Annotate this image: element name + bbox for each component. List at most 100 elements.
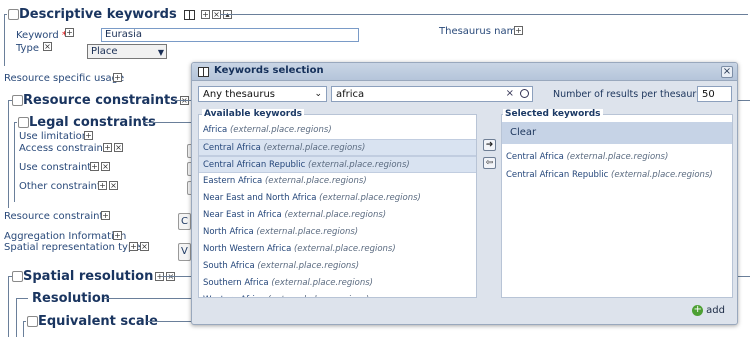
thesaurus-select[interactable]: Any thesaurus ⌄ — [198, 86, 327, 102]
spatial-representation-type-label: Spatial representation type — [4, 242, 141, 253]
keyword-name: Africa — [203, 125, 228, 135]
section-border — [144, 122, 191, 123]
clear-button[interactable]: Clear — [502, 122, 732, 144]
available-keyword-item[interactable]: Southern Africa (external.place.regions) — [199, 275, 476, 292]
resolution-header: Resolution — [32, 291, 110, 306]
type-select-value: Place — [91, 46, 118, 57]
available-keyword-item[interactable]: Near East and North Africa (external.pla… — [199, 190, 476, 207]
keyword-scope: (external.place.regions) — [319, 193, 421, 203]
available-keyword-item[interactable]: South Africa (external.place.regions) — [199, 258, 476, 275]
legal-constraints-header: Legal constraints — [18, 115, 156, 130]
thesaurus-select-value: Any thesaurus — [203, 89, 276, 100]
aggregation-add-icon[interactable]: + — [113, 231, 122, 240]
spatial-rep-remove-icon[interactable]: × — [140, 242, 149, 251]
dialog-titlebar[interactable]: Keywords selection × — [192, 63, 737, 81]
thesaurus-book-icon[interactable] — [183, 9, 195, 20]
selected-keyword-item[interactable]: Central Africa (external.place.regions) — [502, 148, 732, 166]
keyword-name: South Africa — [203, 261, 255, 271]
keyword-scope: (external.place.regions) — [256, 227, 359, 237]
use-constraints-remove-icon[interactable]: × — [101, 162, 110, 171]
spatial-resolution-title: Spatial resolution — [23, 269, 154, 284]
available-keyword-item[interactable]: Central Africa (external.place.regions) — [199, 139, 476, 156]
keyword-name: North Western Africa — [203, 244, 292, 254]
section-border — [175, 100, 191, 101]
keyword-add-icon[interactable]: + — [65, 28, 74, 37]
keyword-scope: (external.place.regions) — [284, 210, 387, 220]
section-border — [738, 276, 750, 277]
access-add-icon[interactable]: + — [103, 143, 112, 152]
available-keyword-item[interactable]: Central African Republic (external.place… — [199, 156, 476, 173]
keyword-name: Eastern Africa — [203, 176, 263, 186]
results-per-thesaurus-label: Number of results per thesaurus — [553, 89, 708, 100]
spatial-representation-select[interactable]: V — [178, 243, 191, 261]
type-remove-icon[interactable]: × — [43, 42, 52, 51]
use-limitation-add-icon[interactable]: + — [84, 131, 93, 140]
section-border — [23, 321, 24, 337]
keyword-scope: (external.place.regions) — [263, 143, 366, 153]
resource-constraints-title: Resource constraints — [23, 93, 178, 108]
keyword-scope: (external.place.regions) — [268, 295, 370, 297]
search-input[interactable]: africa × — [331, 86, 533, 102]
clear-search-icon[interactable]: × — [506, 88, 514, 99]
thesaurus-add-icon[interactable]: + — [514, 26, 523, 35]
move-right-button[interactable]: ➜ — [483, 139, 496, 151]
keyword-scope: (external.place.regions) — [271, 278, 373, 288]
dialog-title: Keywords selection — [214, 65, 324, 76]
keyword-scope: (external.place.regions) — [257, 261, 360, 271]
selected-keywords-list: Central Africa (external.place.regions) C… — [502, 148, 732, 184]
available-keyword-item[interactable]: Eastern Africa (external.place.regions) — [199, 173, 476, 190]
descriptive-keywords-title: Descriptive keywords — [19, 7, 177, 22]
access-constraints-label: Access constraints — [19, 143, 112, 154]
descriptive-keywords-checkbox[interactable] — [8, 9, 19, 20]
spatial-resolution-checkbox[interactable] — [12, 271, 23, 282]
available-keyword-item[interactable]: North Africa (external.place.regions) — [199, 224, 476, 241]
other-constraints-label: Other constraints — [19, 181, 107, 192]
equivalent-scale-checkbox[interactable] — [27, 316, 38, 327]
aggregation-information-label: Aggregation Information — [4, 231, 127, 242]
keyword-name: Western Africa — [203, 295, 265, 297]
legal-constraints-title: Legal constraints — [29, 115, 156, 130]
keyword-name: Central Africa — [506, 152, 564, 162]
resource-constraints-add-icon[interactable]: + — [101, 211, 110, 220]
access-remove-icon[interactable]: × — [114, 143, 123, 152]
close-icon[interactable]: × — [721, 66, 733, 78]
use-constraints-label: Use constraints — [19, 162, 97, 173]
use-constraints-add-icon[interactable]: + — [90, 162, 99, 171]
available-keywords-list: Africa (external.place.regions) Central A… — [199, 122, 476, 297]
available-keyword-item[interactable]: North Western Africa (external.place.reg… — [199, 241, 476, 258]
add-button[interactable]: + add — [692, 303, 725, 319]
add-circle-icon: + — [692, 303, 704, 316]
add-icon[interactable]: + — [200, 10, 210, 19]
resource-constraints-button[interactable]: C — [178, 213, 191, 230]
type-select[interactable]: Place ▼ — [87, 44, 167, 59]
section-border — [104, 298, 191, 299]
available-keyword-item[interactable]: Africa (external.place.regions) — [199, 122, 476, 139]
available-keyword-item[interactable]: Western Africa (external.place.regions) — [199, 292, 476, 297]
results-per-thesaurus-input[interactable]: 50 — [697, 86, 732, 102]
legal-constraints-checkbox[interactable] — [18, 117, 29, 128]
thesaurus-book-icon — [198, 67, 209, 77]
resource-constraints-label: Resource constraints — [4, 211, 109, 222]
keyword-scope: (external.place.regions) — [308, 160, 410, 170]
keyword-name: Central African Republic — [203, 160, 306, 170]
keyword-input[interactable]: Eurasia — [101, 28, 359, 42]
keyword-scope: (external.place.regions) — [566, 152, 669, 162]
search-icon[interactable] — [520, 89, 529, 98]
other-constraints-remove-icon[interactable]: × — [109, 181, 118, 190]
move-left-button[interactable]: ⇦ — [483, 157, 496, 169]
section-border — [8, 276, 9, 337]
equivalent-scale-title: Equivalent scale — [38, 314, 158, 329]
use-limitation-label: Use limitation — [19, 131, 89, 142]
available-keyword-item[interactable]: Near East in Africa (external.place.regi… — [199, 207, 476, 224]
resolution-title: Resolution — [32, 291, 111, 306]
other-constraints-add-icon[interactable]: + — [98, 181, 107, 190]
keywords-selection-dialog: Keywords selection × Any thesaurus ⌄ afr… — [191, 62, 738, 325]
usage-add-icon[interactable]: + — [113, 73, 122, 82]
section-border — [8, 100, 9, 208]
selected-keyword-item[interactable]: Central African Republic (external.place… — [502, 166, 732, 184]
resource-constraints-checkbox[interactable] — [12, 95, 23, 106]
section-border — [162, 276, 191, 277]
selected-keywords-legend: Selected keywords — [503, 109, 603, 119]
spatial-rep-add-icon[interactable]: + — [129, 242, 138, 251]
keyword-name: Near East in Africa — [203, 210, 282, 220]
